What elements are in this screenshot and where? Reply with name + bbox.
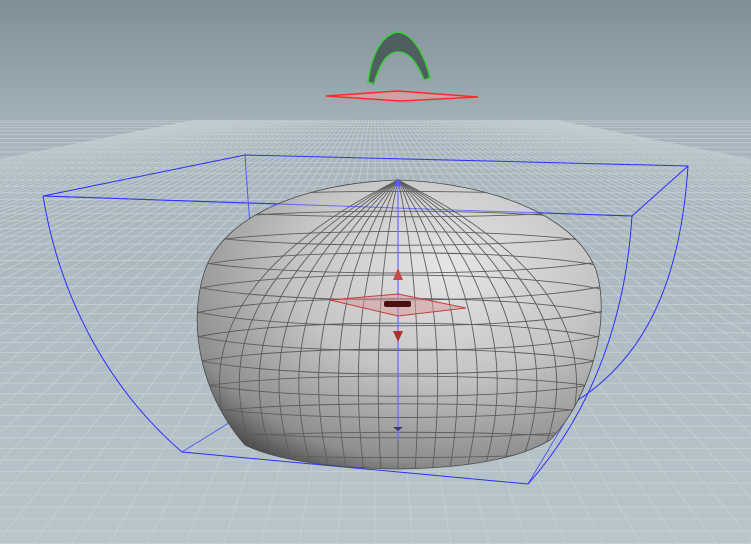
viewport-canvas[interactable]	[0, 0, 751, 544]
3d-viewport[interactable]	[0, 0, 751, 544]
center-handle-core[interactable]	[384, 301, 411, 307]
